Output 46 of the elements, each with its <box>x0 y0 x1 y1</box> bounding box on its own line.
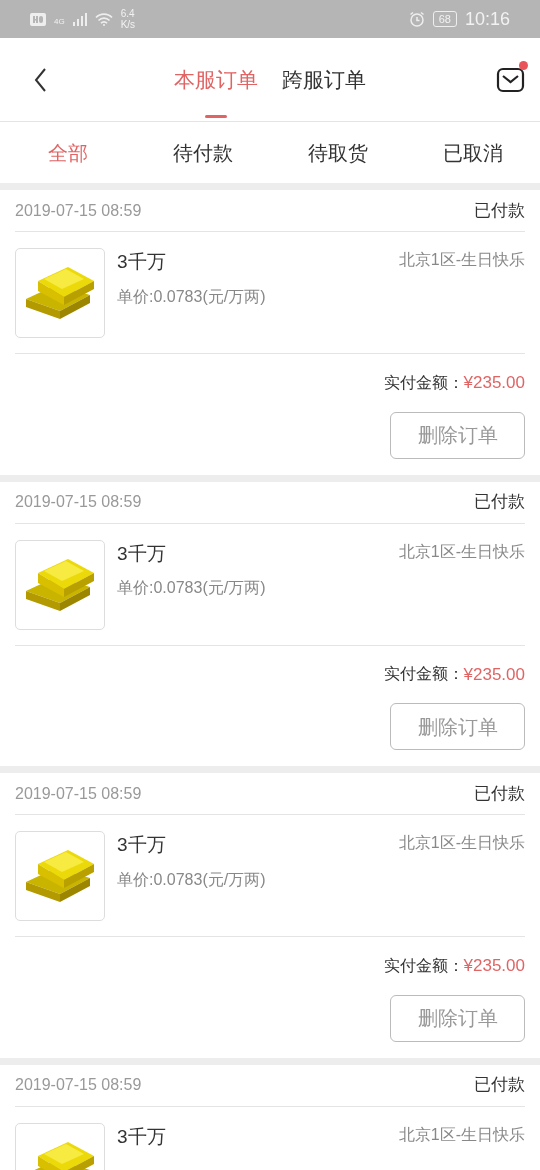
order-date: 2019-07-15 08:59 <box>15 492 142 512</box>
order-date: 2019-07-15 08:59 <box>15 1075 142 1095</box>
ingot-stack-drawing <box>24 850 96 902</box>
amount-value: ¥235.00 <box>463 663 525 686</box>
amount-label: 实付金额： <box>383 955 464 976</box>
server-name: 北京1区-生日快乐 <box>398 1124 525 1145</box>
signal-icon <box>72 12 87 26</box>
item-name: 3千万 <box>117 250 166 274</box>
order-date: 2019-07-15 08:59 <box>15 200 142 221</box>
item-name: 3千万 <box>117 1124 166 1149</box>
filter-tab[interactable]: 待付款 <box>135 136 270 169</box>
speed-value: 6.4 <box>120 8 136 19</box>
order-status: 已付款 <box>474 782 525 805</box>
amount-value: ¥235.00 <box>463 955 525 977</box>
unit-price: 单价:0.0783(元/万两) <box>117 286 267 307</box>
unit-price: 单价:0.0783(元/万两) <box>117 869 267 890</box>
delete-order-button[interactable]: 删除订单 <box>390 994 525 1042</box>
order-scope-tab[interactable]: 本服订单 <box>174 37 258 122</box>
amount-value: ¥235.00 <box>463 372 525 394</box>
order-scope-tab[interactable]: 跨服订单 <box>282 37 366 122</box>
item-name: 3千万 <box>117 833 166 857</box>
back-icon[interactable] <box>34 68 46 92</box>
filter-tab[interactable]: 待取货 <box>270 136 405 169</box>
ingot-stack-drawing <box>24 558 96 611</box>
server-name: 北京1区-生日快乐 <box>398 541 525 562</box>
delete-order-button[interactable]: 删除订单 <box>390 703 525 750</box>
order-date: 2019-07-15 08:59 <box>15 783 142 804</box>
unit-price: 单价:0.0783(元/万两) <box>117 578 267 598</box>
order-status: 已付款 <box>474 1074 525 1097</box>
filter-tab[interactable]: 全部 <box>0 136 135 169</box>
battery-indicator: 68 <box>432 11 457 27</box>
order-status: 已付款 <box>474 199 525 222</box>
speed-unit: K/s <box>120 19 136 30</box>
alarm-icon <box>408 11 425 27</box>
amount-label: 实付金额： <box>383 664 464 685</box>
amount-label: 实付金额： <box>383 372 464 393</box>
ingot-stack-drawing <box>24 267 96 319</box>
hd-icon <box>30 12 46 26</box>
item-name: 3千万 <box>117 541 166 566</box>
order-status: 已付款 <box>474 491 525 514</box>
server-name: 北京1区-生日快乐 <box>398 833 525 853</box>
wifi-icon <box>94 12 113 26</box>
server-name: 北京1区-生日快乐 <box>398 250 525 270</box>
clock-time: 10:16 <box>464 7 510 31</box>
delete-order-button[interactable]: 删除订单 <box>390 411 525 459</box>
filter-tab[interactable]: 已取消 <box>405 136 540 169</box>
